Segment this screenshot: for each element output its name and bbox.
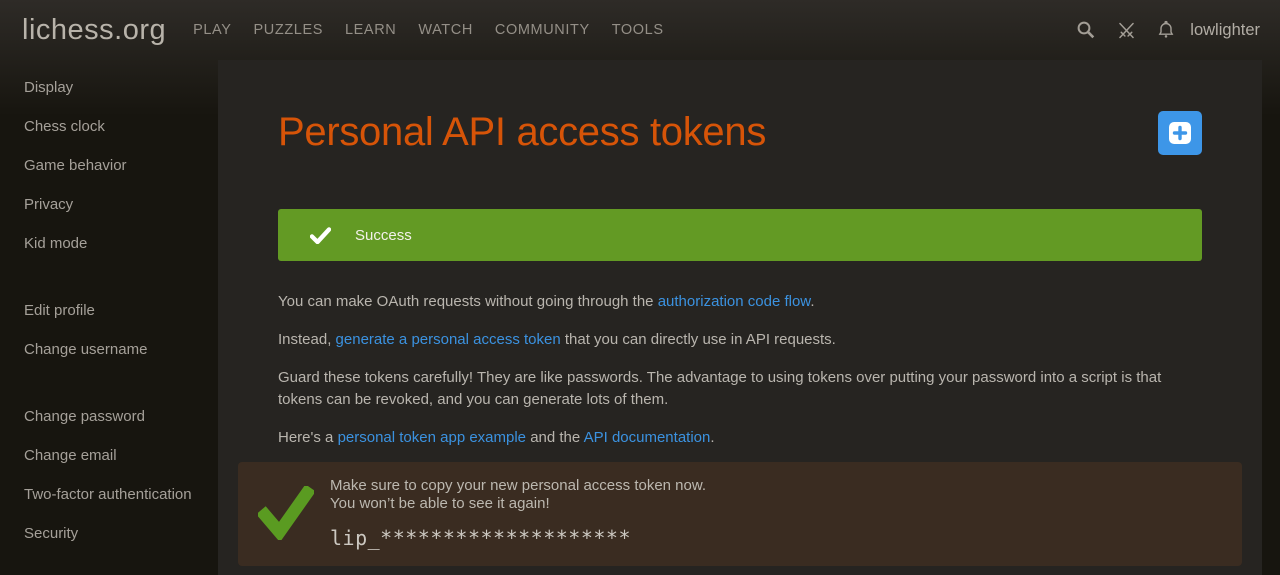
big-check-icon bbox=[258, 486, 314, 545]
paragraph-text: and the bbox=[526, 429, 584, 446]
sidebar-group-security: Change password Change email Two-factor … bbox=[0, 397, 218, 553]
menu-item-play[interactable]: PLAY bbox=[182, 10, 242, 50]
sidebar-item-edit-profile[interactable]: Edit profile bbox=[0, 291, 218, 330]
sidebar-item-privacy[interactable]: Privacy bbox=[0, 185, 218, 224]
token-value[interactable]: lip_******************** bbox=[330, 526, 1222, 550]
sidebar-item-change-email[interactable]: Change email bbox=[0, 436, 218, 475]
sidebar-item-change-username[interactable]: Change username bbox=[0, 330, 218, 369]
new-token-note: Make sure to copy your new personal acce… bbox=[238, 462, 1242, 566]
sidebar-group-profile: Edit profile Change username bbox=[0, 291, 218, 369]
paragraph-oauth: You can make OAuth requests without goin… bbox=[278, 291, 1202, 313]
success-banner-label: Success bbox=[355, 227, 412, 244]
link-token-app-example[interactable]: personal token app example bbox=[338, 429, 526, 446]
check-icon bbox=[310, 227, 331, 244]
paragraph-text: . bbox=[810, 293, 814, 310]
menu-item-learn[interactable]: LEARN bbox=[334, 10, 407, 50]
link-generate-token[interactable]: generate a personal access token bbox=[336, 331, 561, 348]
lichess-logo[interactable]: lichess.org bbox=[22, 14, 166, 47]
sidebar-item-chess-clock[interactable]: Chess clock bbox=[0, 107, 218, 146]
menu-item-watch[interactable]: WATCH bbox=[407, 10, 484, 50]
sidebar-item-security[interactable]: Security bbox=[0, 514, 218, 553]
username[interactable]: lowlighter bbox=[1186, 13, 1266, 48]
settings-sidebar: Display Chess clock Game behavior Privac… bbox=[0, 60, 218, 553]
page-title: Personal API access tokens bbox=[278, 110, 766, 155]
menu-item-tools[interactable]: TOOLS bbox=[601, 10, 675, 50]
sidebar-item-game-behavior[interactable]: Game behavior bbox=[0, 146, 218, 185]
sidebar-item-display[interactable]: Display bbox=[0, 68, 218, 107]
link-authorization-code-flow[interactable]: authorization code flow bbox=[658, 293, 811, 310]
paragraph-examples: Here's a personal token app example and … bbox=[278, 427, 1202, 449]
sidebar-item-two-factor[interactable]: Two-factor authentication bbox=[0, 475, 218, 514]
paragraph-generate: Instead, generate a personal access toke… bbox=[278, 329, 1202, 351]
note-line-2: You won’t be able to see it again! bbox=[330, 495, 1222, 513]
api-tokens-panel: Personal API access tokens Success You c… bbox=[218, 60, 1262, 575]
note-line-1: Make sure to copy your new personal acce… bbox=[330, 477, 1222, 495]
top-nav: lichess.org PLAYPUZZLESLEARNWATCHCOMMUNI… bbox=[0, 0, 1280, 60]
title-row: Personal API access tokens bbox=[278, 110, 1202, 155]
sidebar-item-change-password[interactable]: Change password bbox=[0, 397, 218, 436]
sidebar-item-kid-mode[interactable]: Kid mode bbox=[0, 224, 218, 263]
link-api-documentation[interactable]: API documentation bbox=[584, 429, 711, 446]
intro-text: You can make OAuth requests without goin… bbox=[278, 291, 1202, 449]
menu-item-puzzles[interactable]: PUZZLES bbox=[243, 10, 334, 50]
nav-right: lowlighter bbox=[1066, 10, 1266, 50]
main-menu: PLAYPUZZLESLEARNWATCHCOMMUNITYTOOLS bbox=[182, 10, 674, 50]
paragraph-text: You can make OAuth requests without goin… bbox=[278, 293, 658, 310]
paragraph-text: . bbox=[710, 429, 714, 446]
new-token-button[interactable] bbox=[1158, 111, 1202, 155]
menu-item-community[interactable]: COMMUNITY bbox=[484, 10, 601, 50]
paragraph-guard: Guard these tokens carefully! They are l… bbox=[278, 367, 1202, 411]
challenges-crossed-swords-icon[interactable] bbox=[1106, 10, 1146, 50]
success-banner: Success bbox=[278, 209, 1202, 261]
paragraph-text: that you can directly use in API request… bbox=[561, 331, 836, 348]
paragraph-text: Here's a bbox=[278, 429, 338, 446]
paragraph-text: Instead, bbox=[278, 331, 336, 348]
search-icon[interactable] bbox=[1066, 10, 1106, 50]
sidebar-group-preferences: Display Chess clock Game behavior Privac… bbox=[0, 68, 218, 263]
notifications-bell-icon[interactable] bbox=[1146, 10, 1186, 50]
plus-square-icon bbox=[1169, 122, 1191, 144]
